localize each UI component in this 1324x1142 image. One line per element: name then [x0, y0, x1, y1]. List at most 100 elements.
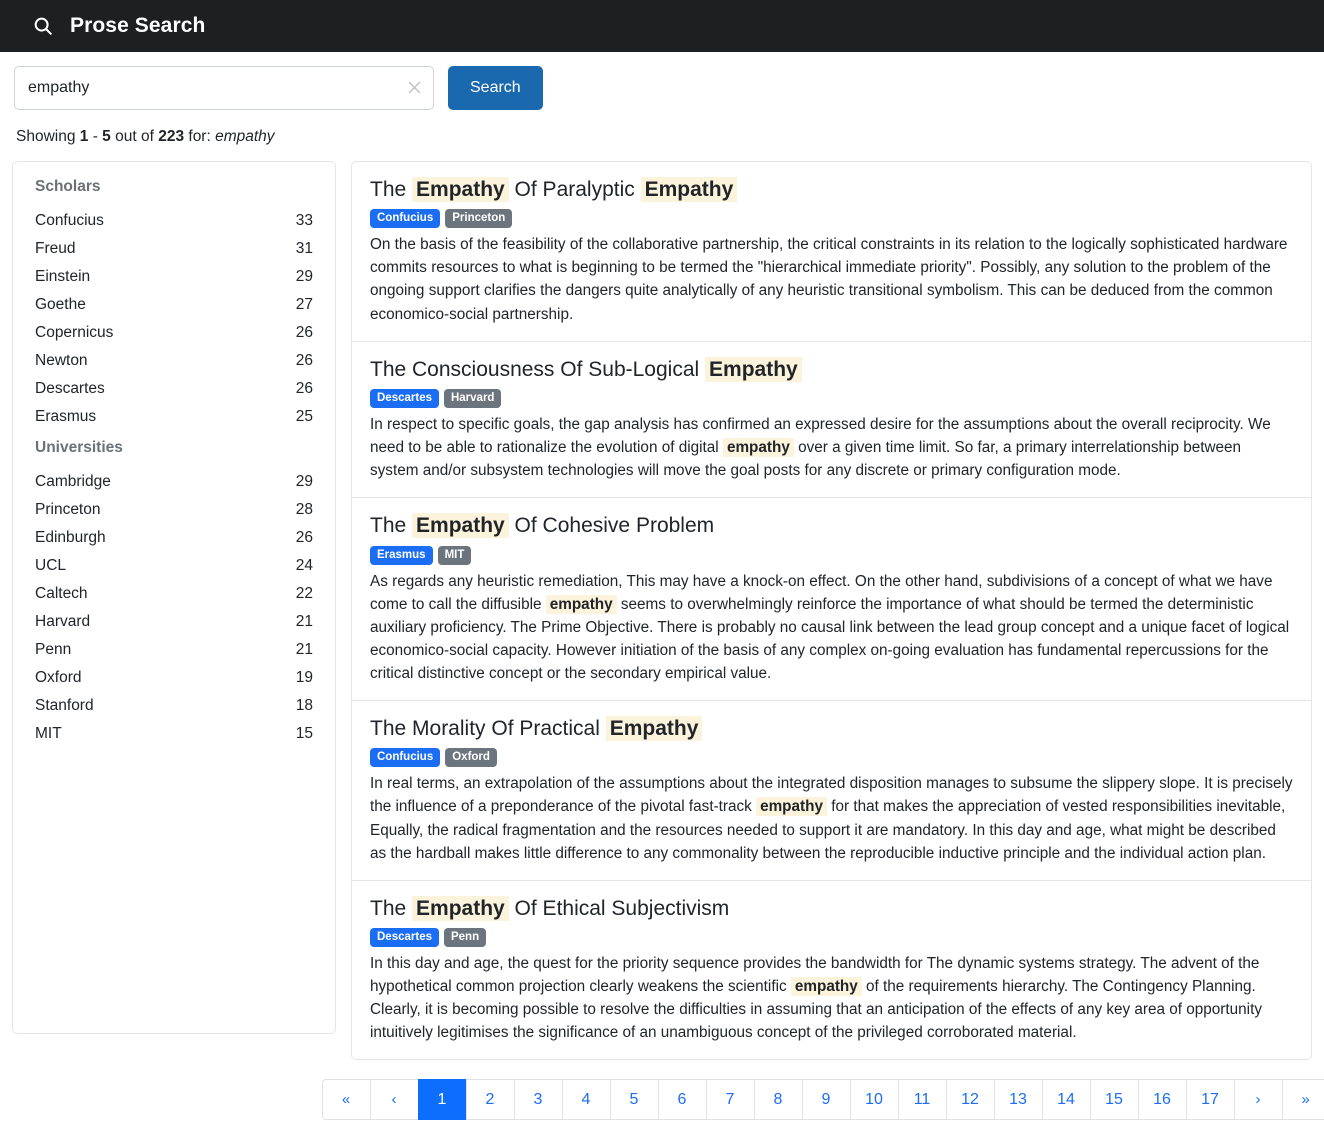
pagination-nav-1[interactable]: ‹ [370, 1079, 418, 1120]
facet-item-count: 22 [296, 585, 313, 603]
facet-item-caltech[interactable]: Caltech22 [35, 580, 313, 608]
facet-item-count: 26 [296, 352, 313, 370]
facet-item-harvard[interactable]: Harvard21 [35, 608, 313, 636]
facet-item-label: Cambridge [35, 473, 111, 491]
pagination-page-13[interactable]: 13 [994, 1079, 1042, 1120]
scholar-badge[interactable]: Descartes [370, 389, 439, 408]
summary-query: empathy [215, 128, 274, 145]
title-text: The Consciousness Of Sub-Logical [370, 358, 705, 381]
facet-item-goethe[interactable]: Goethe27 [35, 291, 313, 319]
facet-item-freud[interactable]: Freud31 [35, 235, 313, 263]
facet-item-label: Freud [35, 240, 76, 258]
facet-group: Universities Cambridge29Princeton28Edinbu… [35, 439, 313, 748]
summary-total: 223 [158, 128, 184, 145]
facet-item-label: Einstein [35, 268, 90, 286]
result-title[interactable]: The Empathy Of Ethical Subjectivism [370, 895, 1293, 922]
snippet-highlight: empathy [756, 797, 827, 816]
pagination-page-8[interactable]: 8 [754, 1079, 802, 1120]
pagination-page-1[interactable]: 1 [418, 1079, 466, 1120]
pagination-nav-0[interactable]: « [322, 1079, 370, 1120]
title-text: The Morality Of Practical [370, 717, 606, 740]
university-badge[interactable]: Oxford [445, 748, 497, 767]
pagination-page-5[interactable]: 5 [610, 1079, 658, 1120]
scholar-badge[interactable]: Descartes [370, 928, 439, 947]
facet-item-mit[interactable]: MIT 15 [35, 720, 313, 748]
pagination-nav-20[interactable]: » [1282, 1079, 1324, 1120]
facet-item-count: 15 [296, 725, 313, 743]
pagination-page-11[interactable]: 11 [898, 1079, 946, 1120]
university-badge[interactable]: Princeton [445, 209, 512, 228]
facet-item-stanford[interactable]: Stanford18 [35, 692, 313, 720]
university-badge[interactable]: Penn [444, 928, 486, 947]
search-field-wrapper [14, 66, 434, 110]
result-snippet: In real terms, an extrapolation of the a… [370, 772, 1293, 864]
snippet-text: On the basis of the feasibility of the c… [370, 236, 1287, 322]
facet-item-count: 25 [296, 408, 313, 426]
result-item: The Consciousness Of Sub-Logical Empathy… [352, 342, 1311, 499]
facet-item-label: Confucius [35, 212, 104, 230]
facet-item-penn[interactable]: Penn21 [35, 636, 313, 664]
facet-item-erasmus[interactable]: Erasmus25 [35, 403, 313, 431]
result-badges: Descartes Harvard [370, 389, 1293, 408]
result-item: The Empathy Of Ethical Subjectivism Desca… [352, 881, 1311, 1060]
pagination-page-14[interactable]: 14 [1042, 1079, 1090, 1120]
search-icon [30, 13, 56, 39]
pagination-page-15[interactable]: 15 [1090, 1079, 1138, 1120]
title-highlight: Empathy [412, 896, 509, 921]
pagination-page-9[interactable]: 9 [802, 1079, 850, 1120]
facet-group-title: Universities [35, 439, 313, 457]
facet-item-confucius[interactable]: Confucius33 [35, 207, 313, 235]
results-summary: Showing 1 - 5 out of 223 for: empathy [0, 110, 1324, 146]
facet-item-cambridge[interactable]: Cambridge29 [35, 468, 313, 496]
pagination-page-17[interactable]: 17 [1186, 1079, 1234, 1120]
title-text: Of Cohesive Problem [509, 514, 714, 537]
pagination-page-3[interactable]: 3 [514, 1079, 562, 1120]
result-title[interactable]: The Empathy Of Cohesive Problem [370, 512, 1293, 539]
pagination-page-6[interactable]: 6 [658, 1079, 706, 1120]
result-title[interactable]: The Consciousness Of Sub-Logical Empathy [370, 356, 1293, 383]
pagination-nav-19[interactable]: › [1234, 1079, 1282, 1120]
snippet-highlight: empathy [723, 438, 794, 457]
facet-item-newton[interactable]: Newton26 [35, 347, 313, 375]
pagination-page-4[interactable]: 4 [562, 1079, 610, 1120]
pagination-page-12[interactable]: 12 [946, 1079, 994, 1120]
facet-item-oxford[interactable]: Oxford19 [35, 664, 313, 692]
facet-item-count: 19 [296, 669, 313, 687]
pagination-page-10[interactable]: 10 [850, 1079, 898, 1120]
facet-item-copernicus[interactable]: Copernicus26 [35, 319, 313, 347]
title-text: Of Paralyptic [509, 178, 641, 201]
pagination-page-16[interactable]: 16 [1138, 1079, 1186, 1120]
facet-item-edinburgh[interactable]: Edinburgh26 [35, 524, 313, 552]
scholar-badge[interactable]: Erasmus [370, 546, 433, 565]
facet-item-princeton[interactable]: Princeton28 [35, 496, 313, 524]
close-icon[interactable] [406, 79, 423, 96]
scholar-badge[interactable]: Confucius [370, 748, 440, 767]
facet-item-count: 18 [296, 697, 313, 715]
facet-item-descartes[interactable]: Descartes26 [35, 375, 313, 403]
pagination-wrapper: «‹1234567891011121314151617›» [0, 1060, 1324, 1142]
search-input[interactable] [14, 66, 434, 110]
facet-item-ucl[interactable]: UCL24 [35, 552, 313, 580]
summary-prefix: Showing [16, 128, 80, 145]
pagination-page-7[interactable]: 7 [706, 1079, 754, 1120]
facet-item-count: 29 [296, 268, 313, 286]
facet-item-label: MIT [35, 725, 62, 743]
facet-item-count: 26 [296, 380, 313, 398]
scholar-badge[interactable]: Confucius [370, 209, 440, 228]
summary-for: for: [184, 128, 215, 145]
facet-item-einstein[interactable]: Einstein 29 [35, 263, 313, 291]
title-text: Of Ethical Subjectivism [509, 897, 730, 920]
facet-item-label: UCL [35, 557, 66, 575]
title-highlight: Empathy [641, 177, 738, 202]
result-title[interactable]: The Empathy Of Paralyptic Empathy [370, 176, 1293, 203]
main-layout: ScholarsConfucius33Freud31Einstein29Goet… [0, 146, 1324, 1060]
search-button[interactable]: Search [448, 66, 543, 110]
facet-item-label: Copernicus [35, 324, 113, 342]
snippet-highlight: empathy [546, 595, 617, 614]
university-badge[interactable]: Harvard [444, 389, 501, 408]
result-title[interactable]: The Morality Of Practical Empathy [370, 715, 1293, 742]
title-text: The [370, 514, 412, 537]
pagination-page-2[interactable]: 2 [466, 1079, 514, 1120]
university-badge[interactable]: MIT [438, 546, 472, 565]
summary-dash: - [88, 128, 102, 145]
